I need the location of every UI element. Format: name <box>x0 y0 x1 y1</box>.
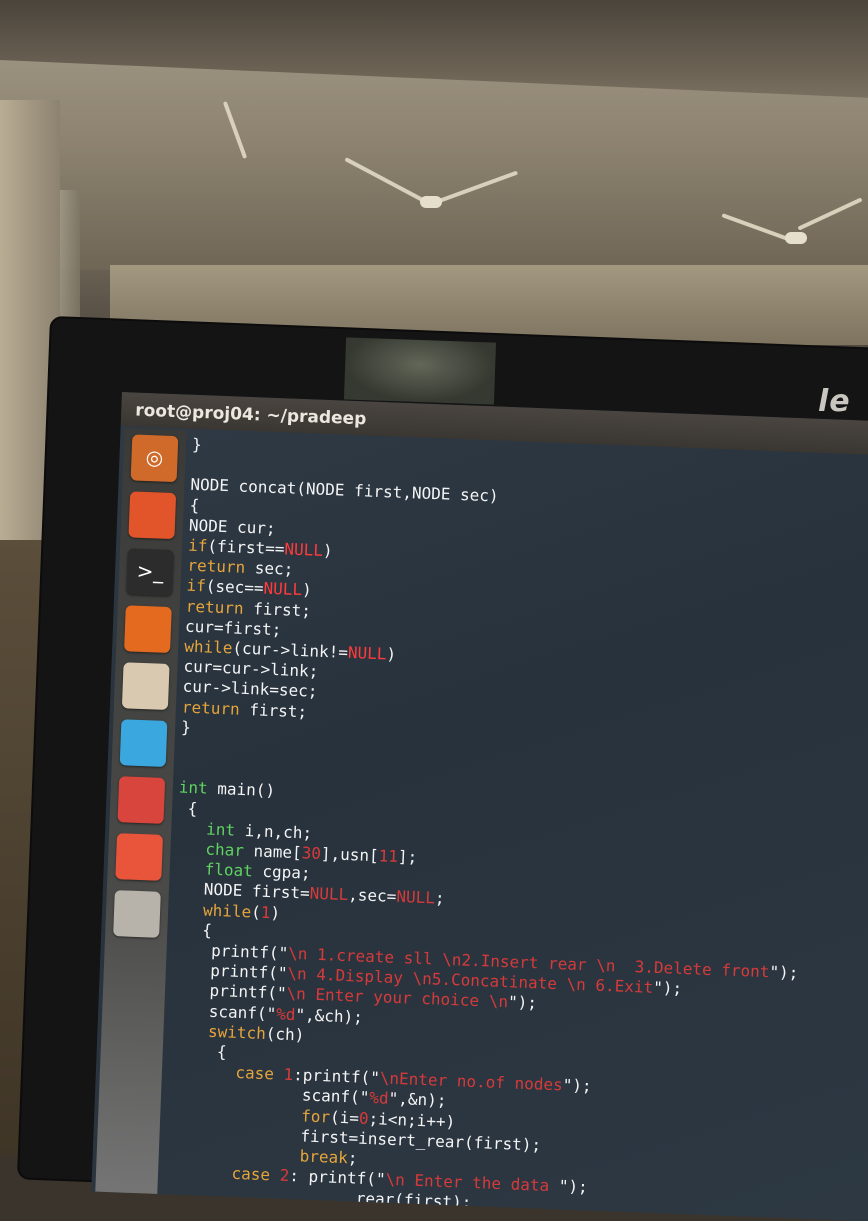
code-token: return <box>181 697 241 719</box>
tape-patch <box>343 337 497 405</box>
code-token: } <box>191 434 203 455</box>
code-editor[interactable]: } NODE concat(NODE first,NODE sec){NODE c… <box>163 435 868 1221</box>
code-token: int <box>178 777 209 798</box>
code-token: (ch) <box>265 1023 305 1045</box>
code-token: (first== <box>207 536 285 559</box>
code-token: while <box>183 636 233 658</box>
code-token: { <box>189 495 200 515</box>
code-token: : printf(" <box>288 1166 386 1189</box>
code-token: first; <box>239 699 308 721</box>
code-token: ],usn[ <box>320 843 380 866</box>
code-token: { <box>168 1040 227 1062</box>
ubuntu-dash-icon[interactable]: ◎ <box>130 434 179 483</box>
code-token: 30 <box>301 843 322 863</box>
libreoffice-impress-icon[interactable] <box>121 662 170 710</box>
code-token: return <box>185 596 244 618</box>
code-token: break <box>299 1146 349 1168</box>
code-token: ; <box>347 1148 358 1168</box>
ceiling-fan-hub <box>785 232 807 244</box>
code-token: i,n,ch; <box>234 820 313 843</box>
code-token: name[ <box>243 841 303 863</box>
code-token: "); <box>562 1075 592 1096</box>
code-token: { <box>177 798 198 818</box>
code-token: "); <box>507 992 538 1013</box>
code-line: NODE concat(NODE first,NODE sec) <box>190 475 499 507</box>
code-token: :printf(" <box>292 1065 381 1088</box>
ceiling-fan-hub <box>420 196 442 208</box>
code-token: case <box>231 1163 271 1185</box>
system-settings-icon[interactable] <box>117 776 166 824</box>
code-token: NULL <box>347 642 387 664</box>
code-token: int <box>205 819 236 840</box>
screen: root@proj04: ~/pradeep ◎ >_ } NODE concat(… <box>91 392 868 1221</box>
code-token: 11 <box>378 846 399 866</box>
terminal-icon[interactable]: >_ <box>126 548 174 597</box>
code-token: char <box>205 839 245 861</box>
ubuntu-dash-icon-glyph: ◎ <box>145 444 164 470</box>
code-token: scanf(" <box>169 999 277 1023</box>
code-token: float <box>204 859 254 881</box>
code-token: %d <box>275 1003 296 1024</box>
code-token: first; <box>243 598 312 621</box>
code-line: } <box>181 717 191 737</box>
code-token: ) <box>386 644 397 664</box>
code-token: cgpa; <box>252 861 311 883</box>
terminal-icon-glyph: >_ <box>136 558 164 584</box>
code-token: ; <box>434 888 445 909</box>
code-token: NULL <box>284 539 324 560</box>
code-token: ",&ch); <box>295 1004 364 1027</box>
chrome-icon[interactable] <box>119 719 168 767</box>
code-token: } <box>180 717 192 737</box>
code-token: cur=first; <box>184 616 282 640</box>
files-icon[interactable] <box>128 491 177 540</box>
code-token: return <box>187 555 246 578</box>
code-token: case <box>235 1063 275 1084</box>
code-token: ]; <box>397 846 418 867</box>
code-token: NODE cur; <box>188 515 276 538</box>
code-token: switch <box>207 1021 267 1043</box>
code-line: { <box>177 798 198 819</box>
code-token: "); <box>769 962 799 983</box>
code-line: } <box>192 435 202 455</box>
code-line: { <box>173 919 212 940</box>
code-line: return first; <box>182 697 308 722</box>
code-token: NULL <box>396 887 436 908</box>
software-center-icon[interactable] <box>115 833 164 881</box>
code-token: while <box>202 900 252 921</box>
code-token: ,sec= <box>347 885 397 907</box>
code-token: ) <box>270 902 281 923</box>
code-token: (i= <box>329 1107 360 1128</box>
code-line: { <box>189 495 199 515</box>
code-token: main() <box>207 778 276 801</box>
code-token: if <box>186 576 207 596</box>
code-token: ;i<n;i++) <box>368 1108 456 1131</box>
workspace-icon[interactable] <box>113 890 161 938</box>
firefox-icon[interactable] <box>124 605 172 654</box>
window-title: root@proj04: ~/pradeep <box>134 400 367 430</box>
code-token: ",&n); <box>388 1089 447 1111</box>
code-token: ) <box>301 580 313 600</box>
code-token: NULL <box>309 883 349 905</box>
code-token: "); <box>652 978 683 999</box>
code-token: if <box>187 535 208 556</box>
code-token: "); <box>558 1176 589 1197</box>
code-token: %d <box>369 1088 389 1109</box>
code-token: NULL <box>263 578 303 600</box>
code-line: { <box>168 1040 227 1062</box>
code-token: sec; <box>244 558 294 579</box>
code-token: NODE concat(NODE first,NODE sec) <box>190 475 499 506</box>
code-token: for <box>300 1106 331 1127</box>
code-token: (sec== <box>205 576 264 598</box>
code-token: ) <box>322 540 333 561</box>
code-token: { <box>173 919 213 940</box>
monitor-brand: le <box>818 384 851 419</box>
